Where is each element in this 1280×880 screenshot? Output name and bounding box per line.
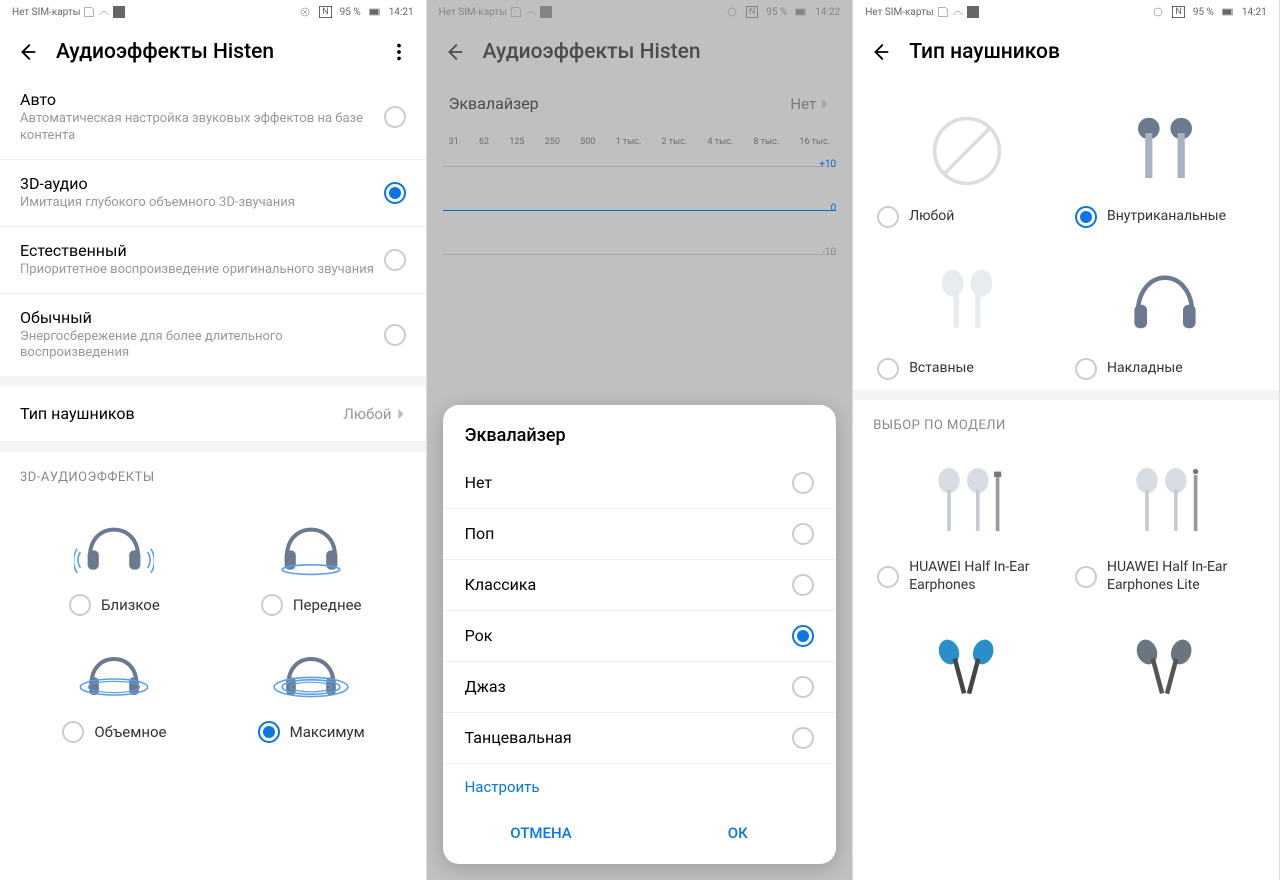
eq-option-pop[interactable]: Поп [443,509,837,560]
clock: 14:21 [389,7,414,18]
back-icon[interactable] [16,41,38,63]
fx-grid: Близкое Переднее Объемное Максимум [0,493,426,763]
cancel-button[interactable]: ОТМЕНА [443,810,640,856]
sim-status: Нет SIM-карты [12,7,80,18]
radio[interactable] [261,594,283,616]
eq-option-none[interactable]: Нет [443,458,837,509]
radio[interactable] [62,721,84,743]
radio[interactable] [1075,358,1097,380]
model-half-in-ear[interactable]: HUAWEI Half In-Ear Earphones [873,449,1061,594]
mode-list: АвтоАвтоматическая настройка звуковых эф… [0,76,426,376]
in-ear-icon [1071,96,1259,206]
model-sport[interactable] [873,606,1061,716]
status-bar: Нет SIM-карты N 95 % 14:21 [853,0,1279,24]
none-icon [873,96,1061,206]
page-title: Тип наушников [909,40,1263,64]
headphone-close-icon [59,501,169,586]
model-half-in-ear-lite[interactable]: HUAWEI Half In-Ear Earphones Lite [1071,449,1259,594]
model-section-label: ВЫБОР ПО МОДЕЛИ [853,400,1279,441]
radio[interactable] [877,206,899,228]
model-metal[interactable] [1071,606,1259,716]
radio[interactable] [69,594,91,616]
headphone-max-icon [256,628,366,713]
radio[interactable] [384,182,406,204]
earphone-icon [873,449,1061,559]
more-icon[interactable] [388,41,410,63]
over-ear-icon [1071,248,1259,358]
sport-earphone-icon [873,606,1061,716]
fx-close[interactable]: Близкое [20,501,209,616]
type-any[interactable]: Любой [873,96,1061,228]
mode-normal[interactable]: ОбычныйЭнергосбережение для более длител… [0,294,426,377]
earphone-lite-icon [1071,449,1259,559]
type-over-ear[interactable]: Накладные [1071,248,1259,380]
type-earbud[interactable]: Вставные [873,248,1061,380]
back-icon[interactable] [869,41,891,63]
fx-section-label: 3D-АУДИОЭФФЕКТЫ [0,452,426,493]
header: Тип наушников [853,24,1279,76]
header: Аудиоэффекты Histen [0,24,426,76]
radio[interactable] [258,721,280,743]
status-bar: Нет SIM-карты N 95 % 14:21 [0,0,426,24]
mode-natural[interactable]: ЕстественныйПриоритетное воспроизведение… [0,227,426,294]
fx-front[interactable]: Переднее [217,501,406,616]
mode-auto[interactable]: АвтоАвтоматическая настройка звуковых эф… [0,76,426,160]
mode-3d[interactable]: 3D-аудиоИмитация глубокого объемного 3D-… [0,160,426,227]
type-grid: Любой Внутриканальные Вставные Накладные [853,76,1279,390]
metal-earphone-icon [1071,606,1259,716]
screen-equalizer: Нет SIM-карты N 95 % 14:22 Аудиоэффекты … [427,0,854,880]
equalizer-dialog: Эквалайзер Нет Поп Классика Рок Джаз Тан… [443,405,837,864]
eq-option-rock[interactable]: Рок [443,611,837,662]
radio[interactable] [1075,206,1097,228]
dialog-backdrop[interactable]: Эквалайзер Нет Поп Классика Рок Джаз Тан… [427,0,853,880]
radio[interactable] [384,249,406,271]
fx-max[interactable]: Максимум [217,628,406,743]
battery-label: 95 % [340,7,361,18]
radio[interactable] [384,324,406,346]
earbud-icon [873,248,1061,358]
headphone-type-link[interactable]: Тип наушников Любой [0,386,426,442]
screen-headphone-type: Нет SIM-карты N 95 % 14:21 Тип наушников… [853,0,1280,880]
radio[interactable] [1075,566,1097,588]
eq-option-jazz[interactable]: Джаз [443,662,837,713]
radio[interactable] [877,358,899,380]
headphone-wide-icon [59,628,169,713]
dialog-title: Эквалайзер [443,425,837,458]
customize-link[interactable]: Настроить [443,764,837,810]
eq-option-classic[interactable]: Классика [443,560,837,611]
fx-wide[interactable]: Объемное [20,628,209,743]
radio[interactable] [384,106,406,128]
ok-button[interactable]: ОК [639,810,836,856]
eq-option-dance[interactable]: Танцевальная [443,713,837,764]
type-in-ear[interactable]: Внутриканальные [1071,96,1259,228]
radio[interactable] [877,566,899,588]
nfc-label: N [319,6,331,18]
page-title: Аудиоэффекты Histen [56,40,370,64]
headphone-front-icon [256,501,366,586]
model-grid: HUAWEI Half In-Ear Earphones HUAWEI Half… [853,441,1279,716]
chevron-icon [396,407,406,421]
screen-audio-effects: Нет SIM-карты N 95 % 14:21 Аудиоэффекты … [0,0,427,880]
